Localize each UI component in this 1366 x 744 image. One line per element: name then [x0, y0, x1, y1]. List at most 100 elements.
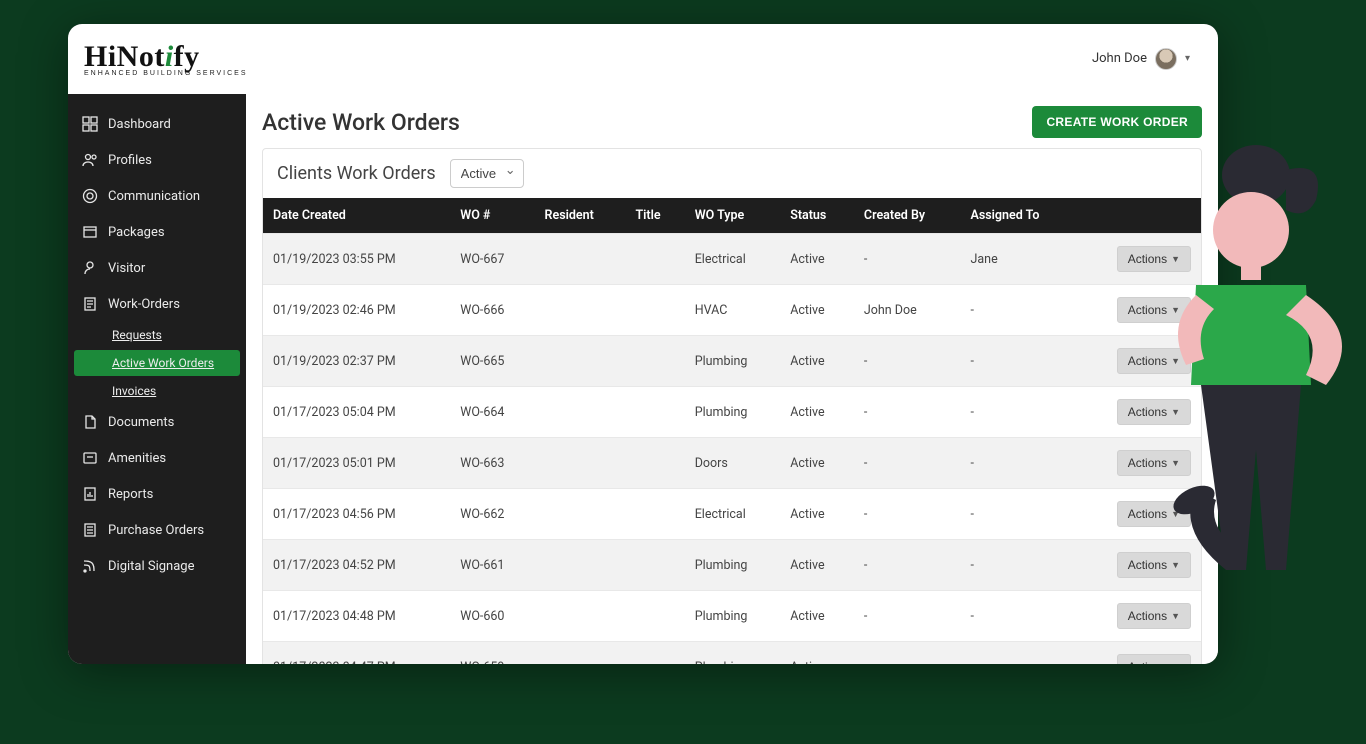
cell-title — [625, 642, 684, 665]
sidebar-item-reports[interactable]: Reports — [68, 476, 246, 512]
cell-date: 01/17/2023 04:52 PM — [263, 540, 450, 591]
sidebar-item-amenities[interactable]: Amenities — [68, 440, 246, 476]
cell-created_by: - — [854, 234, 961, 285]
sidebar-item-purchase-orders[interactable]: Purchase Orders — [68, 512, 246, 548]
sidebar-item-documents[interactable]: Documents — [68, 404, 246, 440]
row-actions-button[interactable]: Actions▼ — [1117, 501, 1191, 527]
chevron-down-icon: ▼ — [1171, 509, 1180, 519]
chevron-down-icon: ▼ — [1171, 407, 1180, 417]
sidebar-item-label: Profiles — [108, 153, 152, 168]
cell-resident — [535, 489, 626, 540]
table-row[interactable]: 01/17/2023 05:04 PMWO-664PlumbingActive-… — [263, 387, 1201, 438]
cell-title — [625, 540, 684, 591]
row-actions-button[interactable]: Actions▼ — [1117, 399, 1191, 425]
sidebar-item-profiles[interactable]: Profiles — [68, 142, 246, 178]
cell-type: Doors — [685, 438, 781, 489]
sidebar-item-label: Work-Orders — [108, 297, 180, 312]
create-work-order-button[interactable]: CREATE WORK ORDER — [1032, 106, 1202, 138]
cell-wo: WO-666 — [450, 285, 534, 336]
sidebar-sub-requests[interactable]: Requests — [68, 322, 246, 348]
col-status[interactable]: Status — [780, 198, 854, 234]
user-menu[interactable]: John Doe ▾ — [1092, 48, 1190, 70]
cell-title — [625, 438, 684, 489]
row-actions-button[interactable]: Actions▼ — [1117, 246, 1191, 272]
sidebar-item-communication[interactable]: Communication — [68, 178, 246, 214]
table-row[interactable]: 01/19/2023 03:55 PMWO-667ElectricalActiv… — [263, 234, 1201, 285]
sidebar-item-label: Reports — [108, 487, 153, 502]
brand-logo: HiNotify ENHANCED BUILDING SERVICES — [84, 40, 248, 77]
table-row[interactable]: 01/19/2023 02:46 PMWO-666HVACActiveJohn … — [263, 285, 1201, 336]
topbar: HiNotify ENHANCED BUILDING SERVICES John… — [68, 24, 1218, 94]
cell-assigned_to: - — [960, 540, 1077, 591]
row-actions-button[interactable]: Actions▼ — [1117, 348, 1191, 374]
cell-created_by: - — [854, 642, 961, 665]
cell-assigned_to: - — [960, 438, 1077, 489]
row-actions-button[interactable]: Actions▼ — [1117, 297, 1191, 323]
cell-created_by: John Doe — [854, 285, 961, 336]
cell-created_by: - — [854, 540, 961, 591]
cell-date: 01/17/2023 04:47 PM — [263, 642, 450, 665]
cell-date: 01/17/2023 04:48 PM — [263, 591, 450, 642]
col-created-by[interactable]: Created By — [854, 198, 961, 234]
digital-signage-icon — [82, 558, 98, 574]
row-actions-button[interactable]: Actions▼ — [1117, 450, 1191, 476]
col-date[interactable]: Date Created — [263, 198, 450, 234]
sidebar-item-packages[interactable]: Packages — [68, 214, 246, 250]
logo-tagline: ENHANCED BUILDING SERVICES — [84, 70, 248, 77]
sidebar-item-work-orders[interactable]: Work-Orders — [68, 286, 246, 322]
sidebar-item-label: Communication — [108, 189, 200, 204]
cell-assigned_to: - — [960, 285, 1077, 336]
cell-wo: WO-665 — [450, 336, 534, 387]
cell-created_by: - — [854, 591, 961, 642]
workorders-icon — [82, 296, 98, 312]
logo-text-a: HiNot — [84, 40, 165, 73]
table-row[interactable]: 01/17/2023 04:52 PMWO-661PlumbingActive-… — [263, 540, 1201, 591]
table-row[interactable]: 01/17/2023 04:47 PMWO-659PlumbingActive-… — [263, 642, 1201, 665]
cell-assigned_to: - — [960, 591, 1077, 642]
table-row[interactable]: 01/19/2023 02:37 PMWO-665PlumbingActive-… — [263, 336, 1201, 387]
cell-assigned_to: - — [960, 642, 1077, 665]
sidebar-item-dashboard[interactable]: Dashboard — [68, 106, 246, 142]
cell-resident — [535, 285, 626, 336]
sidebar-sub-invoices[interactable]: Invoices — [68, 378, 246, 404]
sidebar-item-label: Purchase Orders — [108, 523, 204, 538]
cell-title — [625, 336, 684, 387]
page-title: Active Work Orders — [262, 109, 460, 136]
cell-type: Plumbing — [685, 540, 781, 591]
table-row[interactable]: 01/17/2023 04:48 PMWO-660PlumbingActive-… — [263, 591, 1201, 642]
col-wo[interactable]: WO # — [450, 198, 534, 234]
col-assigned-to[interactable]: Assigned To — [960, 198, 1077, 234]
col-type[interactable]: WO Type — [685, 198, 781, 234]
sidebar-item-digital-signage[interactable]: Digital Signage — [68, 548, 246, 584]
cell-resident — [535, 540, 626, 591]
cell-date: 01/19/2023 02:37 PM — [263, 336, 450, 387]
row-actions-button[interactable]: Actions▼ — [1117, 552, 1191, 578]
cell-title — [625, 285, 684, 336]
table-row[interactable]: 01/17/2023 04:56 PMWO-662ElectricalActiv… — [263, 489, 1201, 540]
sidebar-sub-active-work-orders[interactable]: Active Work Orders — [74, 350, 240, 376]
cell-assigned_to: Jane — [960, 234, 1077, 285]
packages-icon — [82, 224, 98, 240]
sidebar-item-visitor[interactable]: Visitor — [68, 250, 246, 286]
documents-icon — [82, 414, 98, 430]
cell-type: HVAC — [685, 285, 781, 336]
row-actions-button[interactable]: Actions▼ — [1117, 603, 1191, 629]
cell-type: Plumbing — [685, 642, 781, 665]
row-actions-button[interactable]: Actions▼ — [1117, 654, 1191, 664]
cell-created_by: - — [854, 387, 961, 438]
col-title[interactable]: Title — [625, 198, 684, 234]
cell-created_by: - — [854, 438, 961, 489]
chevron-down-icon: ▼ — [1171, 662, 1180, 664]
cell-title — [625, 234, 684, 285]
status-filter-select[interactable]: Active — [450, 159, 524, 188]
cell-status: Active — [780, 285, 854, 336]
cell-type: Plumbing — [685, 387, 781, 438]
work-orders-panel: Clients Work Orders Active Date Created … — [262, 148, 1202, 664]
caret-down-icon: ▾ — [1185, 53, 1190, 64]
cell-wo: WO-664 — [450, 387, 534, 438]
table-row[interactable]: 01/17/2023 05:01 PMWO-663DoorsActive--Ac… — [263, 438, 1201, 489]
cell-wo: WO-661 — [450, 540, 534, 591]
col-resident[interactable]: Resident — [535, 198, 626, 234]
logo-leaf-icon: i — [165, 40, 174, 73]
cell-status: Active — [780, 642, 854, 665]
